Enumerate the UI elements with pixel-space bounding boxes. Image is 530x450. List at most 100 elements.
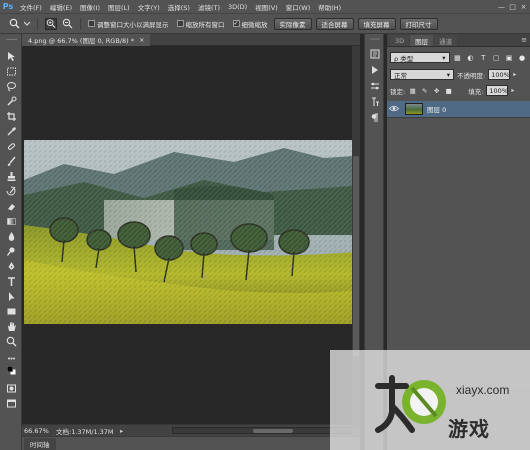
visibility-eye-icon[interactable] <box>387 105 401 114</box>
quick-mask-icon[interactable] <box>4 382 18 395</box>
dock-handle[interactable] <box>369 36 381 42</box>
lock-position-icon[interactable]: ✥ <box>432 86 441 95</box>
tab-layers[interactable]: 图层 <box>410 35 434 46</box>
chevron-down-icon[interactable] <box>24 18 30 30</box>
lock-all-icon[interactable]: ■ <box>444 86 453 95</box>
hand-tool-icon[interactable] <box>4 320 18 333</box>
type-filter-icon[interactable]: T <box>478 53 488 63</box>
menu-bar: Ps 文件(F) 编辑(E) 图像(I) 图层(L) 文字(Y) 选择(S) 滤… <box>0 0 530 13</box>
tools-collapse-handle[interactable] <box>4 36 18 42</box>
chevron-down-icon[interactable]: ▸ <box>511 87 514 94</box>
history-brush-tool-icon[interactable] <box>4 185 18 198</box>
chevron-down-icon[interactable]: ▸ <box>513 71 516 78</box>
blend-opacity-row: 正常 ▾ 不透明度: 100% ▸ <box>387 69 530 80</box>
zoom-all-windows-option[interactable]: 缩放所有窗口 <box>176 19 225 29</box>
actions-panel-icon[interactable] <box>369 64 381 76</box>
shape-filter-icon[interactable]: ▢ <box>491 53 501 63</box>
crop-tool-icon[interactable] <box>4 110 18 123</box>
scrubby-zoom-option[interactable]: ✓ 细微缩放 <box>232 19 268 29</box>
zoom-level[interactable]: 66.67% <box>22 427 56 435</box>
menu-3d[interactable]: 3D(D) <box>224 3 251 11</box>
character-panel-icon[interactable] <box>369 96 381 108</box>
actual-pixels-button[interactable]: 实际像素 <box>273 17 312 30</box>
maximize-button[interactable]: □ <box>508 2 517 11</box>
close-button[interactable]: × <box>519 2 528 11</box>
close-tab-icon[interactable]: × <box>139 36 144 44</box>
timeline-tab[interactable]: 时间轴 <box>24 438 56 450</box>
layer-name[interactable]: 图层 0 <box>427 104 446 114</box>
tab-channels[interactable]: 通道 <box>434 35 458 46</box>
lock-transparency-icon[interactable]: ▦ <box>408 86 417 95</box>
screen-mode-icon[interactable] <box>4 397 18 410</box>
marquee-tool-icon[interactable] <box>4 65 18 78</box>
resize-windows-option[interactable]: 调整窗口大小以满屏显示 <box>88 19 169 29</box>
blur-tool-icon[interactable] <box>4 230 18 243</box>
zoom-all-windows-checkbox[interactable] <box>176 20 184 27</box>
tab-3d[interactable]: 3D <box>390 35 410 46</box>
fill-field[interactable]: 100% <box>486 85 509 96</box>
opacity-label: 不透明度: <box>457 71 486 80</box>
history-panel-icon[interactable] <box>369 48 381 60</box>
options-bar: 调整窗口大小以满屏显示 缩放所有窗口 ✓ 细微缩放 实际像素 适合屏幕 填充屏幕… <box>0 13 530 34</box>
horizontal-scroll-thumb[interactable] <box>253 429 293 433</box>
adjustment-filter-icon[interactable]: ◐ <box>465 53 475 63</box>
brush-tool-icon[interactable] <box>4 155 18 168</box>
zoom-in-icon[interactable] <box>45 17 57 30</box>
fill-screen-button[interactable]: 填充屏幕 <box>357 17 396 30</box>
filter-toggle-icon[interactable]: ● <box>517 53 527 63</box>
clone-stamp-tool-icon[interactable] <box>4 170 18 183</box>
quick-select-tool-icon[interactable] <box>4 95 18 108</box>
menu-image[interactable]: 图像(I) <box>76 2 104 12</box>
adjustments-panel-icon[interactable] <box>369 80 381 92</box>
zoom-out-icon[interactable] <box>61 18 73 30</box>
horizontal-scrollbar[interactable] <box>172 427 352 434</box>
move-tool-icon[interactable] <box>4 50 18 63</box>
photoshop-logo: Ps <box>2 2 14 11</box>
lasso-tool-icon[interactable] <box>4 80 18 93</box>
menu-window[interactable]: 窗口(W) <box>282 2 315 12</box>
layer-filter-dropdown[interactable]: ρ 类型 ▾ <box>390 52 450 63</box>
panel-menu-icon[interactable]: ≡ <box>521 35 530 46</box>
lock-pixels-icon[interactable]: ✎ <box>420 86 429 95</box>
canvas-area[interactable] <box>22 46 354 424</box>
print-size-button[interactable]: 打印尺寸 <box>399 17 438 30</box>
zoom-tool-icon[interactable] <box>4 335 18 348</box>
resize-windows-checkbox[interactable] <box>88 20 95 27</box>
layer-filter-row: ρ 类型 ▾ ▦ ◐ T ▢ ▣ ● <box>387 52 530 63</box>
dodge-tool-icon[interactable] <box>4 245 18 258</box>
layer-row[interactable]: 图层 0 <box>387 101 530 118</box>
paragraph-panel-icon[interactable] <box>369 112 381 124</box>
rectangle-tool-icon[interactable] <box>4 305 18 318</box>
scrubby-zoom-checkbox[interactable]: ✓ <box>232 20 240 27</box>
blend-mode-dropdown[interactable]: 正常 ▾ <box>390 69 454 80</box>
menu-help[interactable]: 帮助(H) <box>314 2 345 12</box>
menu-type[interactable]: 文字(Y) <box>134 2 164 12</box>
menu-select[interactable]: 选择(S) <box>164 2 194 12</box>
document-tab[interactable]: 4.png @ 66.7% (图层 0, RGB/8) * × <box>22 34 151 46</box>
minimize-button[interactable]: — <box>497 2 506 11</box>
lock-fill-row: 锁定: ▦ ✎ ✥ ■ 填充: 100% ▸ <box>387 85 530 96</box>
opacity-field[interactable]: 100% <box>488 69 511 80</box>
menu-file[interactable]: 文件(F) <box>16 2 46 12</box>
window-controls: — □ × <box>497 2 530 11</box>
menu-filter[interactable]: 滤镜(T) <box>194 2 224 12</box>
zoom-tool-icon[interactable] <box>8 18 20 30</box>
smart-object-filter-icon[interactable]: ▣ <box>504 53 514 63</box>
vertical-scroll-thumb[interactable] <box>353 156 359 356</box>
healing-brush-tool-icon[interactable] <box>4 140 18 153</box>
chevron-down-icon: ▾ <box>446 70 450 79</box>
pen-tool-icon[interactable] <box>4 260 18 273</box>
color-swatches[interactable] <box>2 361 20 379</box>
type-tool-icon[interactable] <box>4 275 18 288</box>
pixel-filter-icon[interactable]: ▦ <box>453 53 463 63</box>
divider <box>37 17 38 30</box>
menu-layer[interactable]: 图层(L) <box>104 2 134 12</box>
status-menu-arrow-icon[interactable]: ▸ <box>120 427 130 435</box>
path-selection-tool-icon[interactable] <box>4 290 18 303</box>
menu-edit[interactable]: 编辑(E) <box>46 2 76 12</box>
menu-view[interactable]: 视图(V) <box>251 2 282 12</box>
eraser-tool-icon[interactable] <box>4 200 18 213</box>
gradient-tool-icon[interactable] <box>4 215 18 228</box>
fit-screen-button[interactable]: 适合屏幕 <box>315 17 354 30</box>
eyedropper-tool-icon[interactable] <box>4 125 18 138</box>
